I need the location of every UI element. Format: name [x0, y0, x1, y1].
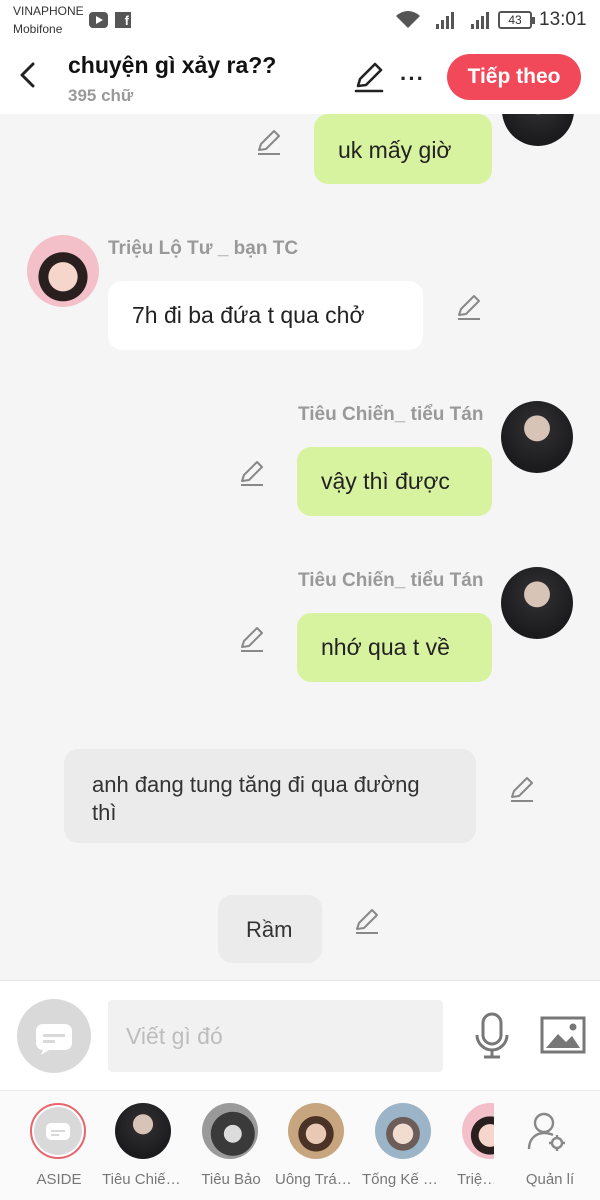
- aside-toggle-button[interactable]: [17, 999, 91, 1073]
- status-time: 13:01: [539, 9, 587, 30]
- youtube-icon: [89, 12, 108, 28]
- edit-pencil-icon[interactable]: [352, 60, 386, 94]
- avatar[interactable]: [501, 401, 573, 473]
- message-bubble[interactable]: nhớ qua t về: [297, 613, 492, 682]
- character-name: Tống Kế Dương: [362, 1171, 446, 1188]
- character-name: ASIDE: [36, 1171, 82, 1188]
- manage-user-icon: [527, 1112, 565, 1151]
- next-button[interactable]: Tiếp theo: [447, 54, 581, 100]
- message-input[interactable]: [108, 1000, 443, 1072]
- page-title: chuyện gì xảy ra??: [68, 52, 277, 78]
- avatar[interactable]: [27, 235, 99, 307]
- chat-area: uk mấy giờ Triệu Lộ Tư _ bạn TC 7h đi ba…: [0, 114, 600, 980]
- carrier-primary: VINAPHONE: [13, 4, 84, 18]
- avatar: [288, 1103, 344, 1159]
- aside-bubble[interactable]: anh đang tung tăng đi qua đường thì: [64, 749, 476, 843]
- story-header: chuyện gì xảy ra?? 395 chữ ··· Tiếp theo: [0, 44, 600, 114]
- signal-icon: [471, 12, 489, 29]
- facebook-icon: f: [115, 12, 131, 28]
- character-name: Triệu Lộ Tư _ bạn TC: [457, 1171, 494, 1188]
- avatar: [375, 1103, 431, 1159]
- composer: [0, 980, 600, 1090]
- character-item[interactable]: Tiêu Bảo: [189, 1103, 269, 1195]
- microphone-icon[interactable]: [472, 1011, 512, 1061]
- aside-icon: [36, 1024, 72, 1055]
- sender-name: Triệu Lộ Tư _ bạn TC: [108, 238, 299, 259]
- carrier-secondary: Mobifone: [13, 22, 63, 36]
- edit-pencil-icon[interactable]: [237, 624, 267, 654]
- character-item[interactable]: Tiêu Chiến_ tiểu Tán: [102, 1103, 186, 1195]
- avatar: [462, 1103, 494, 1159]
- character-item[interactable]: Uông Trác Thành: [275, 1103, 359, 1195]
- message-bubble[interactable]: uk mấy giờ: [314, 114, 492, 184]
- status-bar: VINAPHONE Mobifone f 43 13:01: [0, 0, 600, 44]
- edit-pencil-icon[interactable]: [454, 292, 484, 322]
- message-bubble[interactable]: vậy thì được: [297, 447, 492, 516]
- battery-icon: 43: [498, 11, 535, 29]
- more-options-button[interactable]: ···: [400, 66, 425, 92]
- manage-characters-button[interactable]: Quản lí: [508, 1103, 588, 1195]
- word-count: 395 chữ: [68, 86, 134, 105]
- aside-bubble[interactable]: Rầm: [218, 895, 322, 963]
- edit-pencil-icon[interactable]: [237, 458, 267, 488]
- character-bar: ASIDE Tiêu Chiến_ tiểu Tán Tiêu Bảo Uông…: [0, 1090, 600, 1200]
- edit-pencil-icon[interactable]: [254, 127, 284, 157]
- character-item[interactable]: Tống Kế Dương: [362, 1103, 446, 1195]
- sender-name: Tiêu Chiến_ tiểu Tán: [298, 404, 484, 425]
- avatar: [115, 1103, 171, 1159]
- wifi-icon: [396, 11, 420, 28]
- signal-icon: [436, 12, 454, 29]
- avatar[interactable]: [501, 567, 573, 639]
- image-icon[interactable]: [540, 1015, 586, 1055]
- aside-icon: [30, 1103, 86, 1159]
- character-name: Tiêu Chiến_ tiểu Tán: [102, 1171, 186, 1188]
- character-name: Quản lí: [525, 1171, 575, 1188]
- character-item-aside[interactable]: ASIDE: [17, 1103, 97, 1195]
- avatar[interactable]: [502, 114, 574, 146]
- edit-pencil-icon[interactable]: [352, 906, 382, 936]
- character-name: Uông Trác Thành: [275, 1171, 359, 1188]
- character-item[interactable]: Triệu Lộ Tư _ bạn TC: [449, 1103, 494, 1195]
- edit-pencil-icon[interactable]: [507, 774, 537, 804]
- message-bubble[interactable]: 7h đi ba đứa t qua chở: [108, 281, 423, 350]
- character-name: Tiêu Bảo: [201, 1171, 261, 1188]
- back-arrow-icon[interactable]: [14, 60, 44, 90]
- avatar: [202, 1103, 258, 1159]
- sender-name: Tiêu Chiến_ tiểu Tán: [298, 570, 484, 591]
